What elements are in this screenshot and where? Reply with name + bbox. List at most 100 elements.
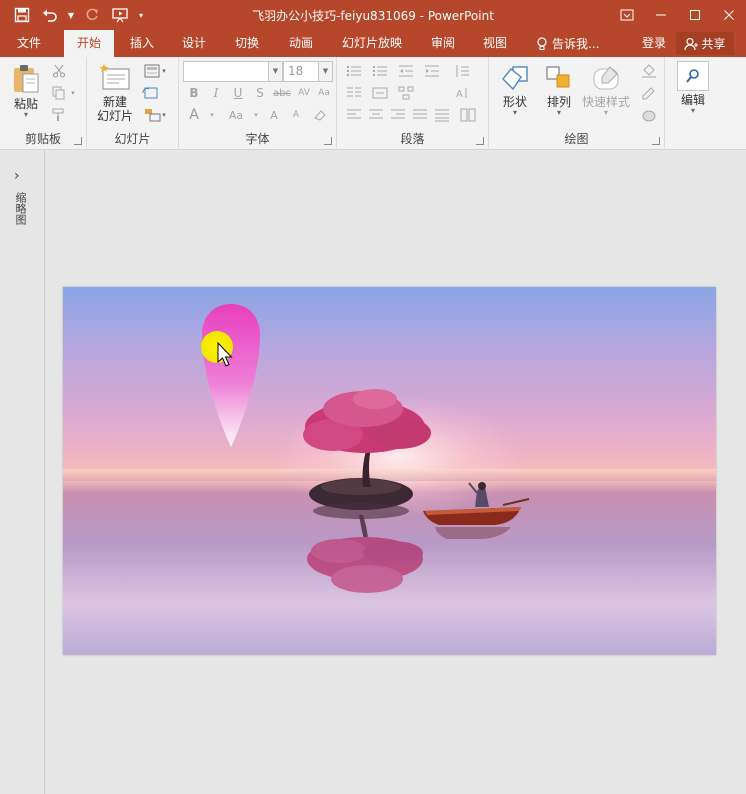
copy-dropdown-icon[interactable]: ▾: [68, 83, 78, 103]
font-launcher-icon[interactable]: [324, 137, 332, 145]
tab-file[interactable]: 文件: [4, 30, 54, 57]
drawing-launcher-icon[interactable]: [652, 137, 660, 145]
start-from-beginning-button[interactable]: [108, 3, 132, 27]
paragraph-group: A 段落: [337, 57, 489, 150]
section-dropdown-icon[interactable]: ▾: [162, 111, 166, 119]
editing-dropdown-icon[interactable]: ▾: [691, 107, 695, 115]
clipboard-launcher-icon[interactable]: [74, 137, 82, 145]
save-button[interactable]: [10, 3, 34, 27]
paste-dropdown-icon[interactable]: ▾: [24, 111, 28, 119]
change-case-dropdown-icon[interactable]: ▾: [251, 105, 261, 125]
shadow-button[interactable]: S: [249, 83, 271, 103]
tab-slideshow[interactable]: 幻灯片放映: [332, 30, 412, 57]
bullets-button[interactable]: [343, 61, 365, 81]
arrange-button[interactable]: 排列 ▾: [539, 63, 579, 117]
new-slide-button[interactable]: 新建 幻灯片: [93, 63, 137, 123]
tab-insert[interactable]: 插入: [118, 30, 166, 57]
ribbon-tab-bar: 文件 开始 插入 设计 切换 动画 幻灯片放映 审阅 视图 告诉我... 登录 …: [0, 30, 746, 57]
font-color-dropdown-icon[interactable]: ▾: [205, 105, 219, 125]
numbering-button[interactable]: [369, 61, 391, 81]
char-spacing-button[interactable]: AV: [293, 83, 315, 103]
text-direction-button[interactable]: A: [451, 83, 473, 103]
align-text-button[interactable]: [369, 83, 391, 103]
font-size-value: 18: [288, 64, 304, 78]
justify-button[interactable]: [409, 105, 431, 125]
tab-transitions[interactable]: 切换: [222, 30, 272, 57]
section-button[interactable]: ▾: [139, 105, 171, 125]
tree-reflection: [307, 515, 423, 593]
teardrop-shape[interactable]: [202, 304, 260, 447]
shape-fill-button[interactable]: [635, 61, 663, 81]
decrease-indent-button[interactable]: [395, 61, 417, 81]
paragraph-columns-button[interactable]: [457, 105, 479, 125]
paste-label: 粘贴: [13, 97, 38, 111]
thumbnail-pane-label[interactable]: 缩略图: [13, 192, 27, 225]
undo-dropdown-icon[interactable]: ▼: [66, 11, 76, 20]
reset-slide-button[interactable]: [139, 83, 161, 103]
tell-me-box[interactable]: 告诉我...: [536, 30, 599, 57]
slide-canvas: [46, 150, 746, 794]
change-case-dropdown-button[interactable]: Aa: [221, 105, 251, 125]
undo-button[interactable]: [38, 3, 62, 27]
smartart-button[interactable]: [395, 83, 417, 103]
align-right-button[interactable]: [387, 105, 409, 125]
italic-button[interactable]: I: [205, 83, 227, 103]
arrange-dropdown-icon[interactable]: ▾: [557, 109, 561, 117]
increase-font-size-button[interactable]: A: [263, 105, 285, 125]
layout-dropdown-icon[interactable]: ▾: [162, 67, 166, 75]
line-spacing-button[interactable]: [451, 61, 473, 81]
arrange-icon: [546, 66, 570, 88]
tab-home[interactable]: 开始: [64, 30, 114, 57]
change-case-button[interactable]: Aa: [313, 83, 335, 103]
font-size-box[interactable]: 18 ▼: [283, 61, 333, 82]
decrease-font-size-button[interactable]: A: [285, 105, 307, 125]
cut-button[interactable]: [48, 61, 70, 81]
font-color-button[interactable]: A: [183, 105, 205, 125]
layout-button[interactable]: ▾: [139, 61, 171, 81]
tab-review[interactable]: 审阅: [418, 30, 468, 57]
underline-button[interactable]: U: [227, 83, 249, 103]
align-left-button[interactable]: [343, 105, 365, 125]
paragraph-launcher-icon[interactable]: [476, 137, 484, 145]
editing-button[interactable]: 编辑 ▾: [673, 61, 713, 115]
expand-thumbnails-icon[interactable]: ›: [14, 168, 20, 184]
slide[interactable]: [63, 287, 716, 655]
tab-animations[interactable]: 动画: [276, 30, 326, 57]
tree-canopy: [303, 389, 431, 453]
minimize-button[interactable]: [644, 0, 678, 30]
font-name-dropdown-icon[interactable]: ▼: [268, 62, 282, 81]
shape-outline-button[interactable]: [635, 83, 663, 103]
paste-button[interactable]: 粘贴 ▾: [8, 63, 44, 119]
distributed-button[interactable]: [431, 105, 453, 125]
share-button[interactable]: 共享: [676, 32, 734, 55]
bullets-icon: [346, 65, 361, 77]
tab-design[interactable]: 设计: [170, 30, 218, 57]
ribbon-display-options-button[interactable]: [610, 0, 644, 30]
strikethrough-button[interactable]: abc: [271, 83, 293, 103]
font-size-dropdown-icon[interactable]: ▼: [318, 62, 332, 81]
font-name-box[interactable]: ▼: [183, 61, 283, 82]
quick-styles-button[interactable]: 快速样式 ▾: [579, 63, 633, 117]
slides-group: 新建 幻灯片 ▾ ▾ 幻灯片: [87, 57, 179, 150]
shapes-button[interactable]: 形状 ▾: [495, 63, 535, 117]
close-button[interactable]: [712, 0, 746, 30]
customize-qat-icon[interactable]: ▾: [136, 11, 146, 20]
slide-picture: [201, 304, 530, 593]
bold-button[interactable]: B: [183, 83, 205, 103]
format-painter-button[interactable]: [48, 105, 70, 125]
clear-formatting-button[interactable]: [309, 105, 331, 125]
copy-button[interactable]: [48, 83, 70, 103]
quick-styles-dropdown-icon[interactable]: ▾: [604, 109, 608, 117]
columns-button[interactable]: [343, 83, 365, 103]
font-group-label: 字体: [245, 132, 270, 146]
sign-in-link[interactable]: 登录: [642, 30, 666, 57]
align-center-button[interactable]: [365, 105, 387, 125]
maximize-button[interactable]: [678, 0, 712, 30]
redo-button[interactable]: [80, 3, 104, 27]
increase-indent-button[interactable]: [421, 61, 443, 81]
shapes-dropdown-icon[interactable]: ▾: [513, 109, 517, 117]
title-bar: ▼ ▾ 飞羽办公小技巧-feiyu831069 - PowerPoint: [0, 0, 746, 30]
maximize-icon: [690, 10, 700, 20]
tab-view[interactable]: 视图: [470, 30, 520, 57]
shape-effects-button[interactable]: [635, 105, 663, 125]
